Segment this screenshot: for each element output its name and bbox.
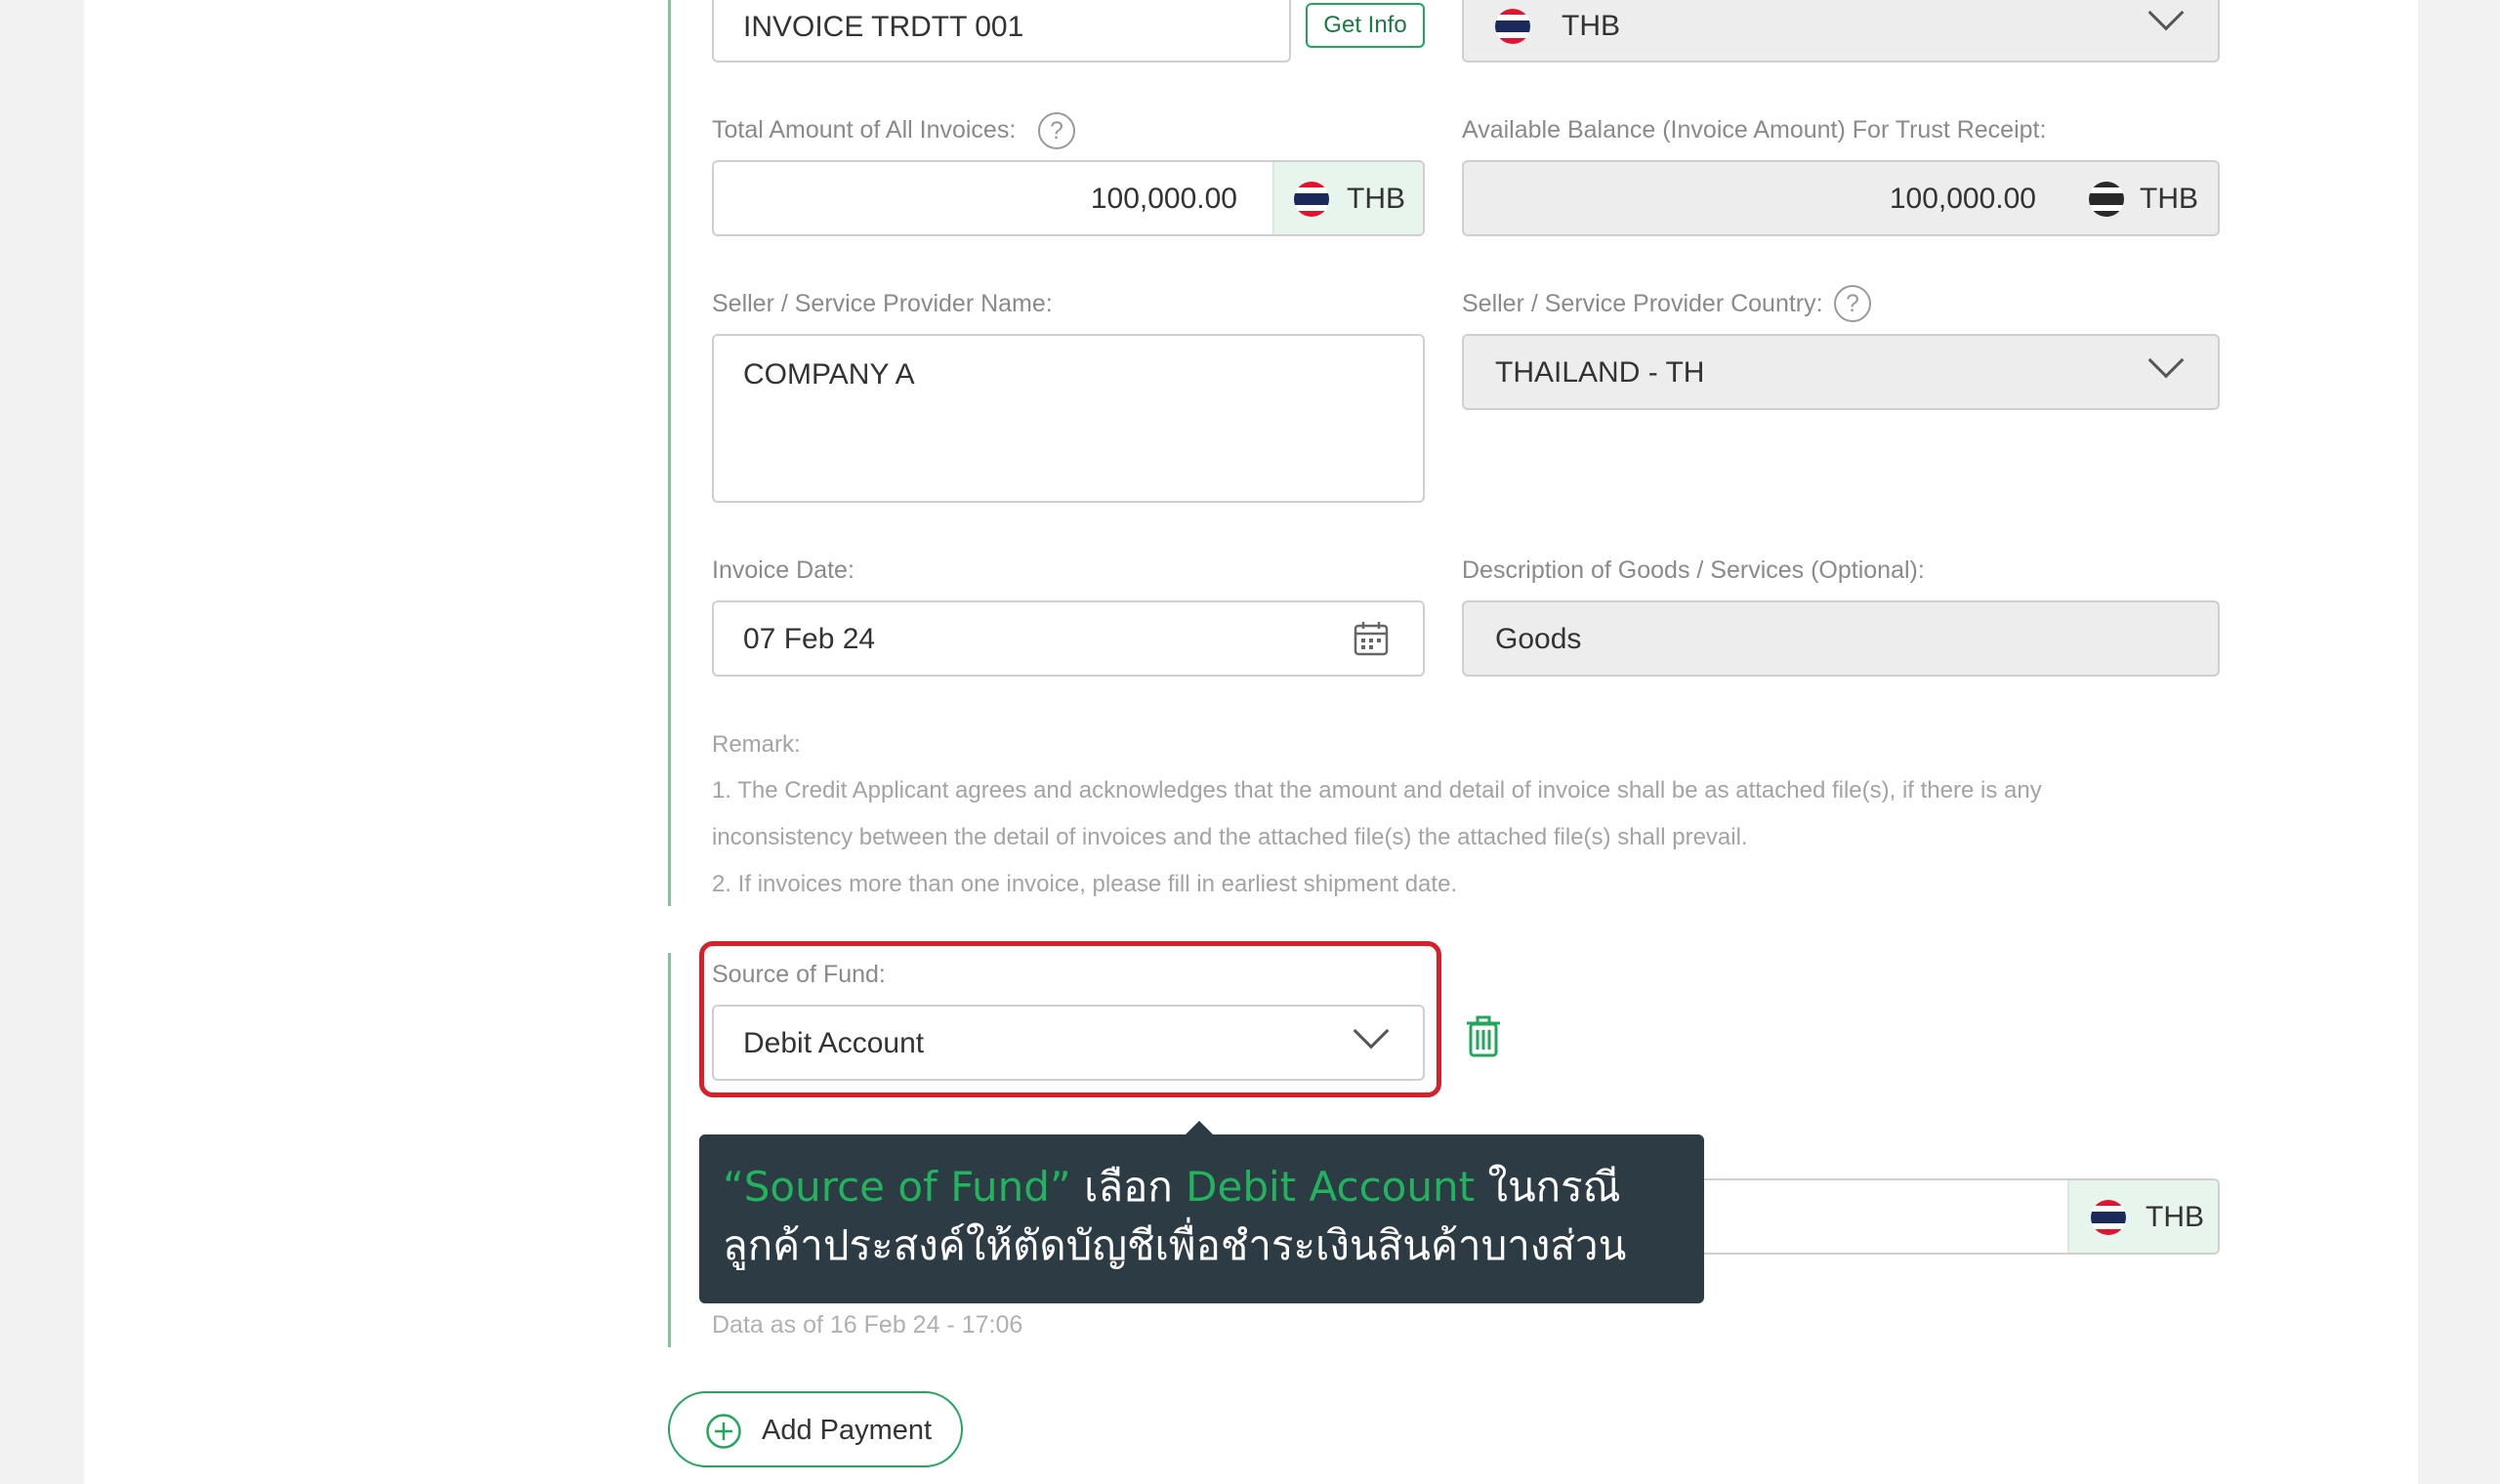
available-balance-field: 100,000.00 THB [1462, 160, 2220, 236]
remark-line-3: 2. If invoices more than one invoice, pl… [712, 871, 1458, 897]
invoice-date-input[interactable]: 07 Feb 24 [712, 600, 1425, 677]
remark-line-2: inconsistency between the detail of invo… [712, 824, 1748, 850]
total-amount-currency-label: THB [1347, 183, 1405, 215]
seller-name-textarea[interactable]: COMPANY A [712, 334, 1425, 503]
tooltip-line-1: “Source of Fund” เลือก Debit Account ในก… [723, 1162, 1621, 1213]
plus-circle-icon [706, 1414, 741, 1449]
add-payment-button[interactable]: Add Payment [668, 1391, 963, 1467]
payment-amount-currency: THB [2067, 1180, 2218, 1253]
add-payment-label: Add Payment [762, 1415, 933, 1446]
seller-country-select[interactable]: THAILAND - TH [1462, 334, 2220, 410]
thailand-flag-icon [2089, 182, 2124, 217]
remark-title: Remark: [712, 731, 801, 758]
thailand-flag-icon [1294, 182, 1329, 217]
thailand-flag-icon [2091, 1200, 2126, 1235]
calendar-icon[interactable] [1353, 620, 1390, 657]
invoice-date-label: Invoice Date: [712, 556, 854, 584]
payment-divider-line [668, 953, 671, 1347]
total-amount-input[interactable]: 100,000.00 THB [712, 160, 1425, 236]
seller-name-value: COMPANY A [743, 358, 915, 391]
remark-line-1: 1. The Credit Applicant agrees and ackno… [712, 777, 2042, 804]
invoice-currency-select[interactable]: THB [1462, 0, 2220, 62]
tooltip-text-select: เลือก [1070, 1163, 1187, 1211]
seller-name-label: Seller / Service Provider Name: [712, 290, 1053, 317]
available-balance-label: Available Balance (Invoice Amount) For T… [1462, 116, 2047, 144]
thailand-flag-icon [1495, 9, 1530, 44]
chevron-down-icon [1353, 1012, 1390, 1050]
tooltip-highlight-debit-account: Debit Account [1186, 1163, 1476, 1211]
seller-country-label: Seller / Service Provider Country: [1462, 290, 1823, 317]
seller-country-value: THAILAND - TH [1495, 356, 1705, 389]
total-amount-label: Total Amount of All Invoices: [712, 116, 1017, 144]
description-label: Description of Goods / Services (Optiona… [1462, 556, 1925, 584]
invoice-number-input[interactable]: INVOICE TRDTT 001 [712, 0, 1291, 62]
source-of-fund-select[interactable]: Debit Account [712, 1005, 1425, 1081]
chevron-down-icon [2147, 342, 2185, 379]
invoice-date-value: 07 Feb 24 [743, 623, 876, 655]
instruction-tooltip: “Source of Fund” เลือก Debit Account ในก… [699, 1134, 1704, 1303]
payment-amount-currency-label: THB [2146, 1201, 2204, 1233]
trash-icon[interactable] [1465, 1015, 1502, 1058]
tooltip-highlight-source-of-fund: “Source of Fund” [723, 1163, 1071, 1211]
description-value: Goods [1495, 623, 1582, 655]
available-balance-value: 100,000.00 [1889, 183, 2036, 215]
section-divider-line [668, 0, 671, 906]
data-as-of-text: Data as of 16 Feb 24 - 17:06 [712, 1311, 1023, 1339]
help-icon[interactable]: ? [1038, 112, 1075, 149]
tooltip-text-case: ในกรณี [1475, 1163, 1621, 1211]
available-balance-currency: THB [2140, 183, 2198, 215]
chevron-down-icon [2147, 0, 2185, 31]
source-of-fund-value: Debit Account [743, 1027, 925, 1059]
get-info-button[interactable]: Get Info [1306, 3, 1425, 48]
invoice-currency-value: THB [1562, 10, 1620, 42]
invoice-number-value: INVOICE TRDTT 001 [743, 11, 1024, 43]
total-amount-value: 100,000.00 [1090, 183, 1237, 215]
help-icon[interactable]: ? [1834, 285, 1871, 322]
tooltip-line-2: ลูกค้าประสงค์ให้ตัดบัญชีเพื่อชำระเงินสิน… [723, 1221, 1627, 1269]
description-field[interactable]: Goods [1462, 600, 2220, 677]
source-of-fund-label: Source of Fund: [712, 961, 886, 988]
total-amount-currency: THB [1272, 162, 1423, 234]
